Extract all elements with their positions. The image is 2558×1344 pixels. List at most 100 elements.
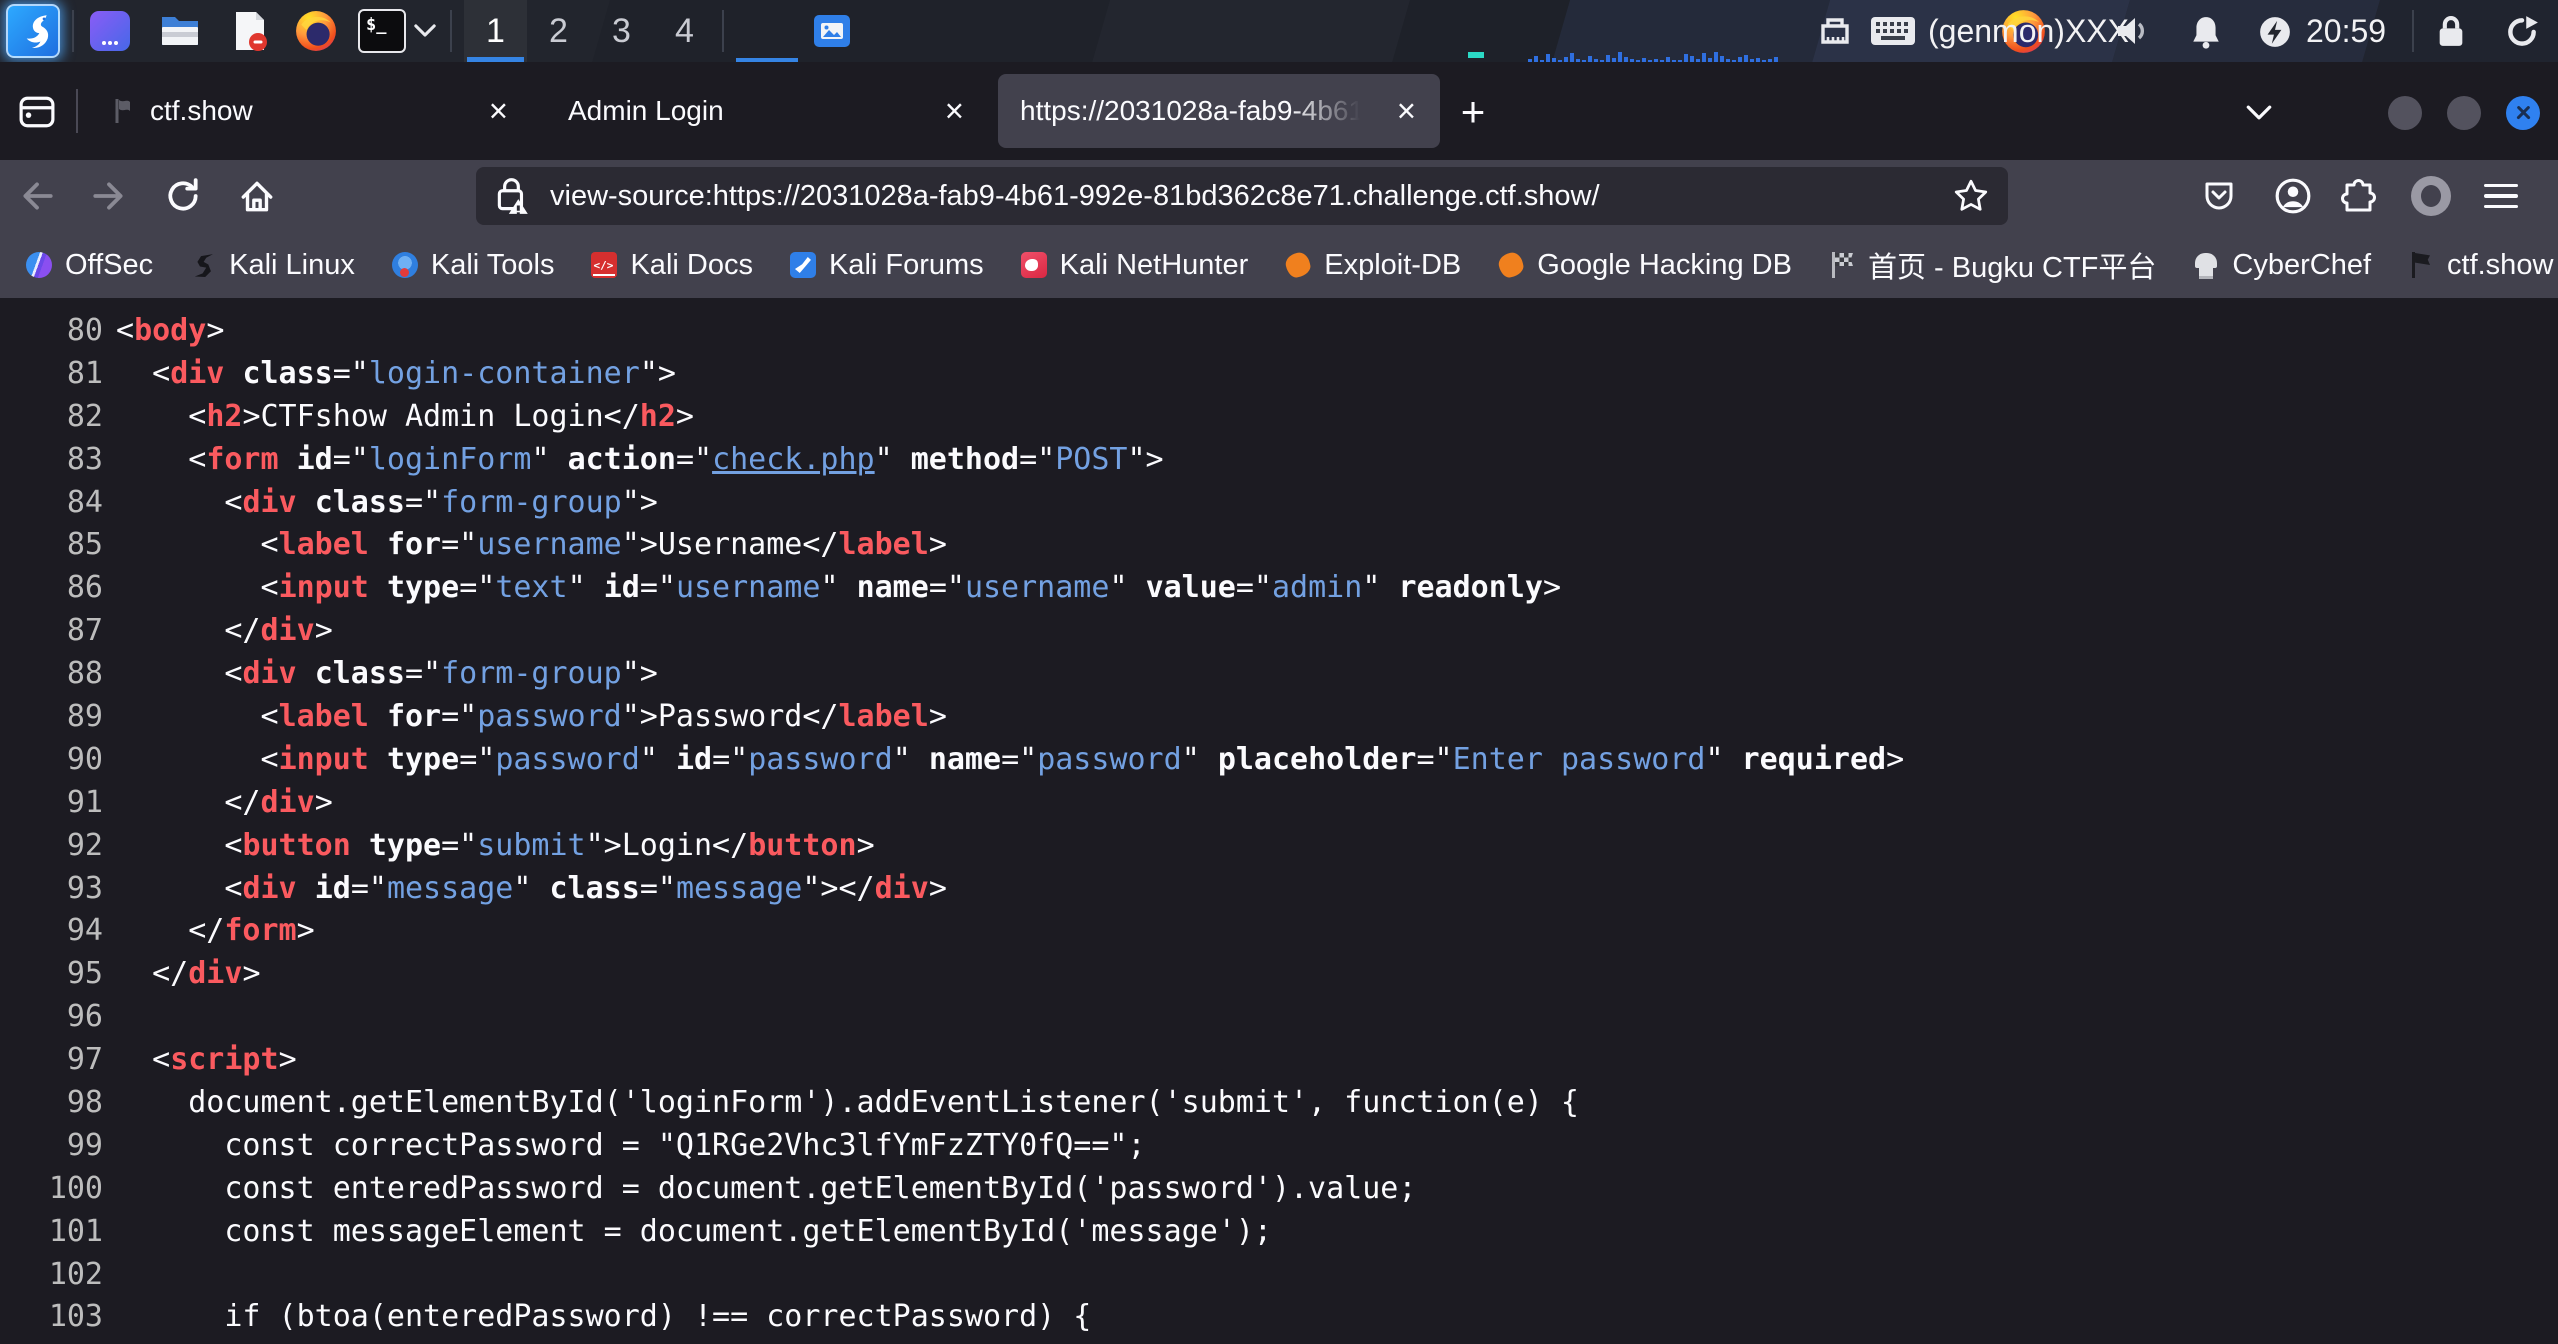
source-token: password — [748, 742, 893, 777]
monitor-graph-bar — [1642, 58, 1646, 62]
minimize-button[interactable] — [2388, 96, 2422, 130]
lock-screen-button[interactable] — [2436, 14, 2466, 49]
source-token: " — [640, 742, 676, 777]
line-number: 98 — [37, 1082, 103, 1125]
volume-indicator[interactable] — [2114, 15, 2152, 47]
clock[interactable]: 20:59 — [2306, 0, 2386, 62]
bookmark-item[interactable]: OffSec — [26, 249, 153, 282]
account-button[interactable] — [2270, 173, 2316, 219]
workspace-button-2[interactable]: 2 — [527, 0, 590, 62]
kali-menu-button[interactable] — [6, 4, 60, 58]
source-link[interactable]: check.php — [712, 442, 875, 477]
taskbar-window-files[interactable] — [812, 11, 852, 51]
bookmark-item[interactable]: 首页 - Bugku CTF平台 — [1829, 244, 2156, 286]
network-indicator[interactable] — [1816, 14, 1854, 48]
source-token: > — [929, 871, 947, 906]
line-number: 88 — [37, 653, 103, 696]
extensions-button[interactable] — [2336, 173, 2382, 219]
source-token: button — [242, 828, 350, 863]
extension-circle-button[interactable] — [2408, 173, 2454, 219]
bookmark-item[interactable]: Google Hacking DB — [1498, 249, 1792, 282]
back-button[interactable] — [14, 173, 60, 219]
pocket-icon — [2201, 178, 2237, 214]
source-token: > — [929, 527, 947, 562]
pocket-button[interactable] — [2196, 173, 2242, 219]
source-token: " — [531, 442, 567, 477]
workspace-button-1[interactable]: 1 — [464, 0, 527, 62]
forward-button[interactable] — [86, 173, 132, 219]
monitor-graph-bar — [1696, 59, 1700, 62]
source-token: password — [495, 742, 640, 777]
reload-button[interactable] — [160, 173, 206, 219]
page-content: 80<body>81 <div class="login-container">… — [0, 298, 2558, 1344]
menu-button[interactable] — [2478, 173, 2524, 219]
close-window-button[interactable] — [2506, 96, 2540, 130]
home-button[interactable] — [234, 173, 280, 219]
firefox-launcher[interactable] — [296, 11, 336, 51]
source-token: > — [315, 785, 333, 820]
tab[interactable]: ctf.show× — [88, 74, 532, 148]
bookmark-item[interactable]: Kali Linux — [190, 249, 355, 282]
tab-close-button[interactable]: × — [935, 92, 974, 130]
source-token: < — [116, 527, 279, 562]
app-grid-launcher[interactable] — [90, 11, 130, 51]
source-line: 99 const correctPassword = "Q1RGe2Vhc3lf… — [37, 1125, 2558, 1168]
source-token: > — [242, 956, 260, 991]
source-token: > — [1886, 742, 1904, 777]
monitor-graph-bar — [1618, 52, 1622, 62]
launcher-dropdown-button[interactable] — [414, 24, 436, 37]
monitor-graph-bar — [1648, 60, 1652, 62]
tab-list-button[interactable] — [2236, 89, 2282, 135]
text-editor-launcher[interactable] — [230, 11, 270, 51]
maximize-button[interactable] — [2447, 96, 2481, 130]
source-token: form — [224, 913, 296, 948]
bookmark-item[interactable]: Kali Forums — [790, 249, 984, 282]
workspace-button-4[interactable]: 4 — [653, 0, 716, 62]
firefox-icon — [295, 10, 337, 52]
file-manager-launcher[interactable] — [160, 11, 200, 51]
bookmark-item[interactable]: ctf.show — [2408, 249, 2553, 282]
source-token: const enteredPassword = document.getElem… — [116, 1171, 1416, 1206]
chevron-down-icon — [414, 24, 436, 37]
monitor-graph-bar — [1546, 54, 1550, 62]
line-number: 87 — [37, 610, 103, 653]
monitor-graph-bar — [1708, 58, 1712, 62]
bookmark-item[interactable]: Kali Docs — [591, 249, 753, 282]
bookmark-item[interactable]: Kali NetHunter — [1021, 249, 1249, 282]
source-token: >CTFshow Admin Login</ — [242, 399, 639, 434]
firefox-view-button[interactable] — [14, 89, 60, 135]
bookmark-favicon-bugku-icon — [1829, 252, 1855, 278]
bookmark-label: Kali Linux — [229, 249, 355, 282]
tab-close-button[interactable]: × — [1387, 92, 1426, 130]
bookmark-item[interactable]: Kali Tools — [392, 249, 555, 282]
source-line: 83 <form id="loginForm" action="check.ph… — [37, 439, 2558, 482]
source-token: =" — [441, 699, 477, 734]
lock-warning-icon[interactable] — [494, 176, 530, 216]
url-text[interactable]: view-source:https://2031028a-fab9-4b61-9… — [550, 180, 1600, 213]
source-token: div — [242, 871, 296, 906]
monitor-graph-bar — [1612, 58, 1616, 62]
notifications-indicator[interactable] — [2190, 15, 2222, 49]
new-tab-button[interactable]: + — [1450, 89, 1496, 135]
tab[interactable]: https://2031028a-fab9-4b61-992e-81bd362c… — [998, 74, 1440, 148]
bookmark-star-icon[interactable] — [1952, 177, 1990, 215]
source-token: " — [893, 742, 929, 777]
workspace-button-3[interactable]: 3 — [590, 0, 653, 62]
source-token: " — [875, 442, 911, 477]
bookmark-label: CyberChef — [2232, 249, 2371, 282]
bookmark-item[interactable]: CyberChef — [2193, 249, 2371, 282]
bookmark-item[interactable]: Exploit-DB — [1285, 249, 1461, 282]
power-manager-indicator[interactable] — [2258, 15, 2292, 49]
keyboard-layout-indicator[interactable] — [1870, 16, 1916, 46]
source-token: placeholder — [1218, 742, 1417, 777]
taskbar: $_ 1234 (genmon)XXX — [0, 0, 2558, 62]
monitor-graph-bar — [1588, 56, 1592, 62]
monitor-graph-bar — [1600, 60, 1604, 62]
terminal-launcher[interactable]: $_ — [358, 9, 406, 53]
url-bar[interactable]: view-source:https://2031028a-fab9-4b61-9… — [476, 167, 2008, 225]
source-token: =" — [333, 442, 369, 477]
logout-button[interactable] — [2504, 14, 2540, 50]
tab-close-button[interactable]: × — [479, 92, 518, 130]
source-token: type — [387, 742, 459, 777]
tab[interactable]: Admin Login× — [546, 74, 988, 148]
